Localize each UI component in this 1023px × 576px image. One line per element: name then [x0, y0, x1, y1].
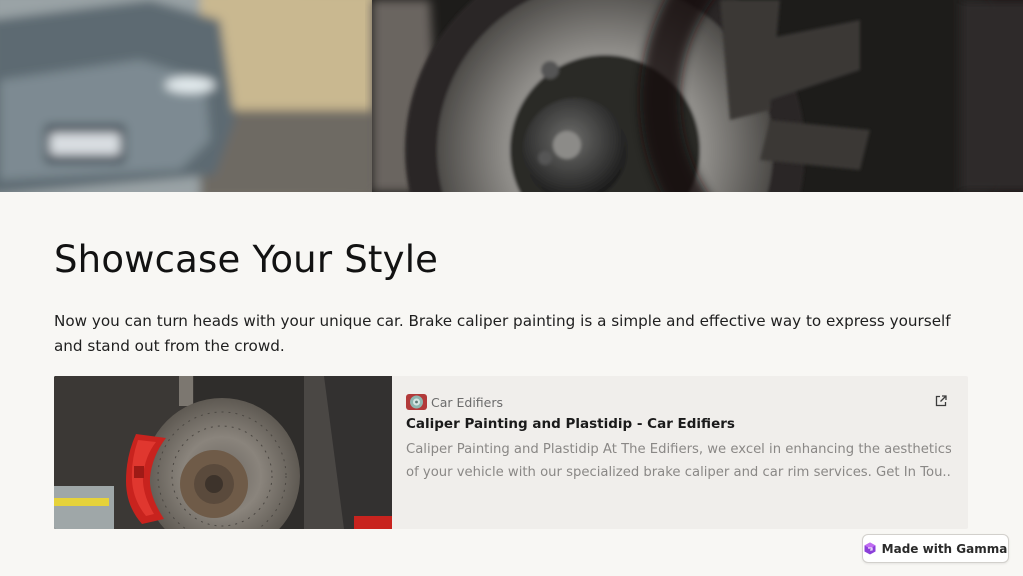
made-with-gamma-badge[interactable]: Made with Gamma: [862, 534, 1009, 563]
external-link-icon[interactable]: [934, 394, 948, 408]
card-source: Car Edifiers: [406, 393, 951, 411]
badge-label: Made with Gamma: [881, 541, 1008, 556]
card-source-name: Car Edifiers: [431, 394, 504, 410]
card-body: Car Edifiers Caliper Painting and Plasti…: [406, 393, 951, 484]
card-description-line: of your vehicle with our specialized bra…: [406, 465, 951, 480]
card-title[interactable]: Caliper Painting and Plastidip - Car Edi…: [406, 416, 951, 432]
link-preview-card[interactable]: Car Edifiers Caliper Painting and Plasti…: [54, 376, 968, 529]
slide: Showcase Your Style Now you can turn hea…: [0, 0, 1023, 576]
card-description-line: Caliper Painting and Plastidip At The Ed…: [406, 442, 951, 457]
intro-paragraph: Now you can turn heads with your unique …: [54, 312, 951, 355]
gamma-logo-icon: [864, 542, 876, 555]
hero-illustration: [0, 0, 1023, 192]
brake-caliper-illustration: [54, 376, 392, 529]
car-edifiers-logo-icon: [406, 394, 427, 410]
page-title: Showcase Your Style: [54, 238, 439, 281]
hero-image: [0, 0, 1023, 192]
card-thumbnail: [54, 376, 392, 529]
card-description: Caliper Painting and Plastidip At The Ed…: [406, 438, 951, 484]
